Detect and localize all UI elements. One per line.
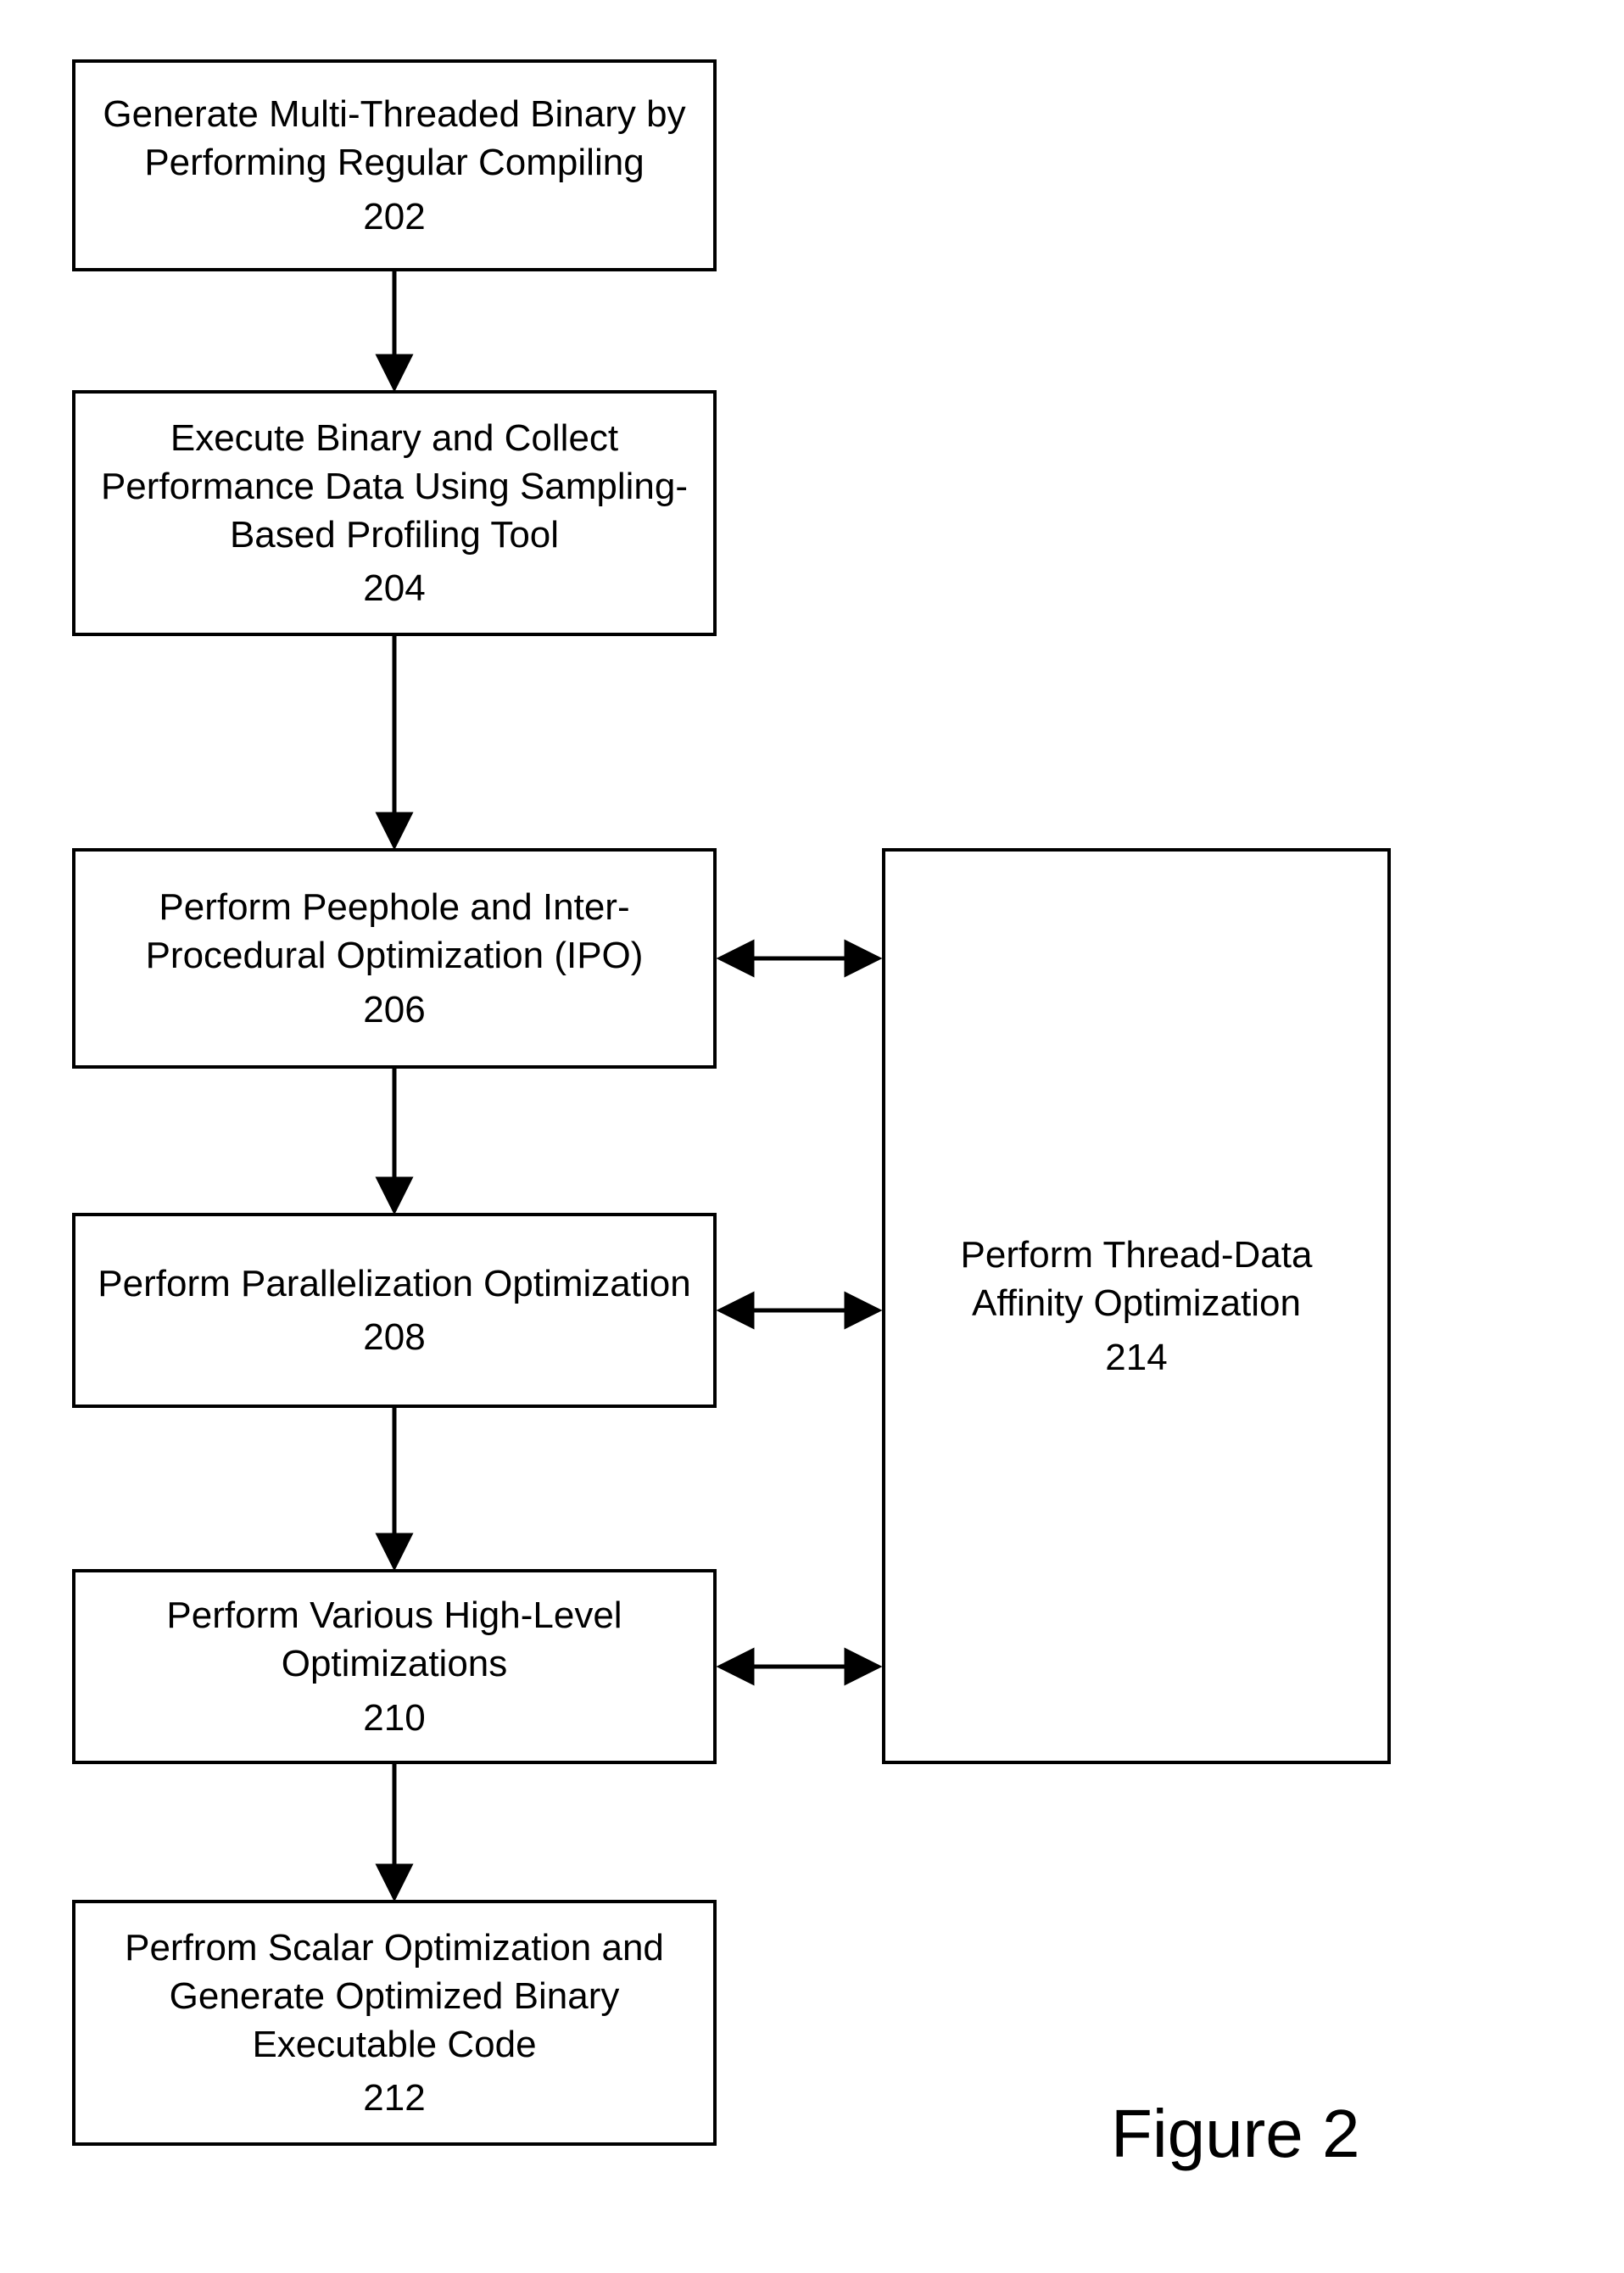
box-text: Generate Multi-Threaded Binary by Perfor… — [92, 90, 696, 187]
box-number: 206 — [363, 986, 425, 1034]
box-scalar-opt: Perfrom Scalar Optimization and Generate… — [72, 1900, 717, 2146]
box-peephole-ipo: Perform Peephole and Inter-Procedural Op… — [72, 848, 717, 1069]
box-execute-binary: Execute Binary and Collect Performance D… — [72, 390, 717, 636]
box-high-level-opt: Perform Various High-Level Optimizations… — [72, 1569, 717, 1764]
box-parallelization: Perform Parallelization Optimization 208 — [72, 1213, 717, 1408]
box-thread-data-affinity: Perform Thread-Data Affinity Optimizatio… — [882, 848, 1391, 1764]
box-text: Perform Thread-Data Affinity Optimizatio… — [902, 1231, 1370, 1327]
box-number: 212 — [363, 2074, 425, 2122]
box-number: 204 — [363, 564, 425, 612]
box-text: Execute Binary and Collect Performance D… — [92, 414, 696, 560]
box-generate-binary: Generate Multi-Threaded Binary by Perfor… — [72, 59, 717, 271]
box-text: Perform Various High-Level Optimizations — [92, 1591, 696, 1688]
box-text: Perform Parallelization Optimization — [98, 1259, 690, 1308]
box-number: 214 — [1105, 1333, 1167, 1382]
box-number: 202 — [363, 193, 425, 241]
box-text: Perform Peephole and Inter-Procedural Op… — [92, 883, 696, 980]
figure-label: Figure 2 — [1111, 2095, 1359, 2173]
box-number: 210 — [363, 1694, 425, 1742]
box-text: Perfrom Scalar Optimization and Generate… — [92, 1924, 696, 2069]
box-number: 208 — [363, 1313, 425, 1361]
